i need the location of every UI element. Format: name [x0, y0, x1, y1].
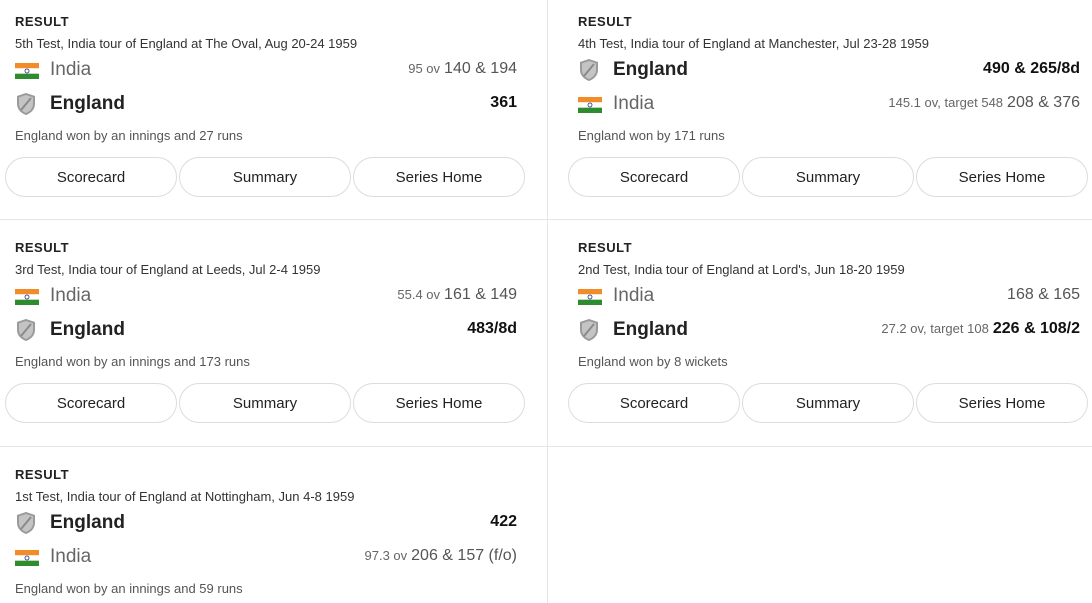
- column-divider: [547, 0, 548, 603]
- series-home-button[interactable]: Series Home: [916, 383, 1088, 423]
- match-description: 2nd Test, India tour of England at Lord'…: [578, 262, 905, 277]
- series-home-button[interactable]: Series Home: [353, 157, 525, 197]
- team-name: England: [613, 59, 688, 80]
- team-score: 145.1 ov, target 548 208 & 376: [888, 94, 1080, 112]
- team-score-value: 206 & 157 (f/o): [411, 547, 517, 564]
- match-result: England won by 171 runs: [578, 128, 725, 143]
- match-actions: Scorecard Summary Series Home: [568, 157, 1090, 199]
- match-description: 5th Test, India tour of England at The O…: [15, 36, 358, 51]
- team-score-value: 483/8d: [467, 320, 517, 337]
- team-overs: 97.3 ov: [364, 548, 408, 563]
- team-score: 483/8d: [463, 320, 517, 338]
- india-flag-icon: [15, 63, 39, 79]
- series-home-button[interactable]: Series Home: [916, 157, 1088, 197]
- team-score: 55.4 ov 161 & 149: [397, 286, 517, 304]
- team-overs: 27.2 ov, target 108: [881, 321, 989, 336]
- team-row: India 95 ov 140 & 194: [15, 57, 517, 85]
- match-actions: Scorecard Summary Series Home: [5, 157, 527, 199]
- match-status: RESULT: [15, 240, 70, 255]
- team-score-value: 226 & 108/2: [992, 320, 1080, 337]
- england-crest-icon: [15, 323, 37, 342]
- team-overs: 55.4 ov: [397, 287, 441, 302]
- team-overs: 95 ov: [408, 61, 441, 76]
- match-result: England won by an innings and 59 runs: [15, 581, 243, 596]
- match-status: RESULT: [15, 14, 70, 29]
- team-score-value: 140 & 194: [444, 60, 517, 77]
- team-row: England 490 & 265/8d: [578, 57, 1080, 85]
- team-score-value: 208 & 376: [1007, 94, 1080, 111]
- summary-button[interactable]: Summary: [179, 383, 351, 423]
- team-row: England 27.2 ov, target 108 226 & 108/2: [578, 317, 1080, 345]
- team-score: 27.2 ov, target 108 226 & 108/2: [881, 320, 1080, 338]
- summary-button[interactable]: Summary: [179, 157, 351, 197]
- team-score: 490 & 265/8d: [979, 60, 1080, 78]
- match-result: England won by 8 wickets: [578, 354, 728, 369]
- team-row: England 483/8d: [15, 317, 517, 345]
- match-card: RESULT 2nd Test, India tour of England a…: [563, 226, 1092, 446]
- team-row: India 145.1 ov, target 548 208 & 376: [578, 91, 1080, 119]
- india-flag-icon: [15, 289, 39, 305]
- india-flag-icon: [578, 97, 602, 113]
- india-flag-icon: [578, 289, 602, 305]
- team-row: England 361: [15, 91, 517, 119]
- row-divider: [0, 446, 1092, 447]
- team-name: England: [50, 512, 125, 533]
- match-card: RESULT 4th Test, India tour of England a…: [563, 0, 1092, 219]
- team-name: England: [50, 93, 125, 114]
- match-description: 4th Test, India tour of England at Manch…: [578, 36, 929, 51]
- match-card: RESULT 5th Test, India tour of England a…: [0, 0, 530, 219]
- team-score: 97.3 ov 206 & 157 (f/o): [365, 547, 518, 565]
- series-home-button[interactable]: Series Home: [353, 383, 525, 423]
- team-name: England: [613, 319, 688, 340]
- team-score-value: 422: [490, 513, 517, 530]
- team-score-value: 161 & 149: [444, 286, 517, 303]
- team-name: India: [613, 285, 655, 306]
- scorecard-button[interactable]: Scorecard: [5, 157, 177, 197]
- team-row: India 97.3 ov 206 & 157 (f/o): [15, 544, 517, 572]
- team-score: 168 & 165: [1003, 286, 1080, 304]
- team-score-value: 490 & 265/8d: [983, 60, 1080, 77]
- england-crest-icon: [15, 516, 37, 535]
- match-result: England won by an innings and 173 runs: [15, 354, 250, 369]
- scorecard-button[interactable]: Scorecard: [5, 383, 177, 423]
- match-status: RESULT: [15, 467, 70, 482]
- team-score: 361: [486, 94, 517, 112]
- team-row: England 422: [15, 510, 517, 538]
- england-crest-icon: [578, 323, 600, 342]
- team-score: 95 ov 140 & 194: [408, 60, 517, 78]
- team-overs: 145.1 ov, target 548: [888, 95, 1004, 110]
- row-divider: [0, 219, 1092, 220]
- match-actions: Scorecard Summary Series Home: [568, 383, 1090, 425]
- team-score-value: 168 & 165: [1007, 286, 1080, 303]
- team-name: India: [50, 285, 92, 306]
- england-crest-icon: [578, 63, 600, 82]
- england-crest-icon: [15, 97, 37, 116]
- match-card: RESULT 1st Test, India tour of England a…: [0, 453, 530, 603]
- summary-button[interactable]: Summary: [742, 157, 914, 197]
- team-name: India: [613, 93, 655, 114]
- summary-button[interactable]: Summary: [742, 383, 914, 423]
- match-status: RESULT: [578, 240, 633, 255]
- match-description: 1st Test, India tour of England at Notti…: [15, 489, 355, 504]
- team-name: India: [50, 546, 92, 567]
- team-name: England: [50, 319, 125, 340]
- team-name: India: [50, 59, 92, 80]
- match-description: 3rd Test, India tour of England at Leeds…: [15, 262, 321, 277]
- team-row: India 55.4 ov 161 & 149: [15, 283, 517, 311]
- scorecard-button[interactable]: Scorecard: [568, 383, 740, 423]
- team-row: India 168 & 165: [578, 283, 1080, 311]
- match-actions: Scorecard Summary Series Home: [5, 383, 527, 425]
- match-results-grid: RESULT 5th Test, India tour of England a…: [0, 0, 1092, 603]
- scorecard-button[interactable]: Scorecard: [568, 157, 740, 197]
- india-flag-icon: [15, 550, 39, 566]
- match-card: RESULT 3rd Test, India tour of England a…: [0, 226, 530, 446]
- match-result: England won by an innings and 27 runs: [15, 128, 243, 143]
- match-status: RESULT: [578, 14, 633, 29]
- team-score: 422: [486, 513, 517, 531]
- team-score-value: 361: [490, 94, 517, 111]
